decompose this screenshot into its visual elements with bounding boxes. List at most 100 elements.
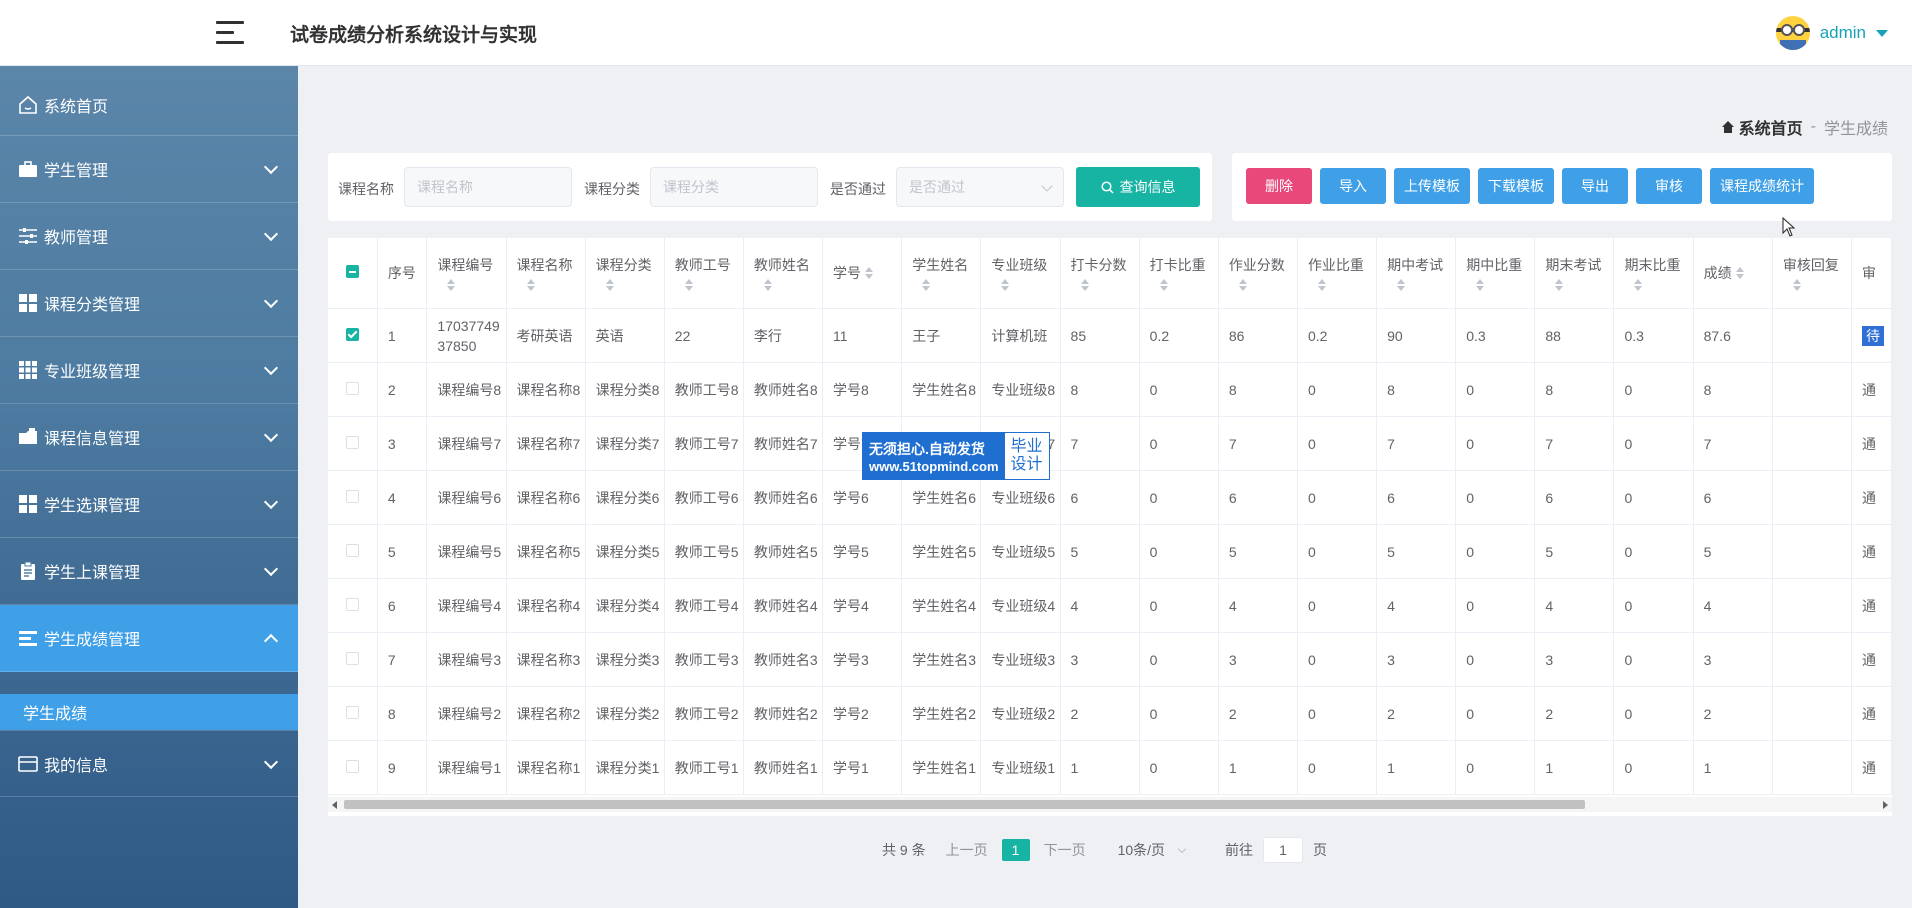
table-cell: 课程名称4	[506, 578, 586, 633]
sidebar-subitem-student-grades[interactable]: 学生成绩	[0, 694, 298, 730]
sort-icon[interactable]	[763, 279, 772, 291]
row-checkbox[interactable]	[345, 489, 359, 503]
table-row[interactable]: 7 课程编号3 课程名称3 课程分类3 教师工号3 教师姓名3 学号3 学生姓名3 专业班级3 3…	[328, 632, 1892, 687]
course-category-input[interactable]: 课程分类	[650, 167, 818, 207]
column-header[interactable]: 期中比重	[1455, 238, 1536, 309]
table-row[interactable]: 8 课程编号2 课程名称2 课程分类2 教师工号2 教师姓名2 学号2 学生姓名2 专业班级2 2…	[328, 686, 1892, 741]
table-row[interactable]: 1 1703774937850 考研英语 英语 22 李行 11 王子 计算机班 85 0.2 86 0…	[328, 308, 1892, 363]
sidebar-item-course-info[interactable]: 课程信息管理	[0, 404, 298, 471]
sort-icon[interactable]	[605, 279, 614, 291]
sort-icon[interactable]	[865, 267, 874, 279]
table-row[interactable]: 4 课程编号6 课程名称6 课程分类6 教师工号6 教师姓名6 学号6 学生姓名6 专业班级6 6…	[328, 470, 1892, 525]
table-cell: 课程编号2	[426, 686, 507, 741]
row-checkbox[interactable]	[345, 705, 359, 719]
column-header[interactable]: 课程名称	[506, 238, 586, 309]
sidebar-item-teachers[interactable]: 教师管理	[0, 203, 298, 270]
sort-icon[interactable]	[447, 279, 456, 291]
column-header-label: 教师姓名	[753, 257, 810, 273]
column-header[interactable]: 教师姓名	[743, 238, 824, 309]
select-all-checkbox[interactable]	[345, 265, 359, 278]
table-row[interactable]: 2 课程编号8 课程名称8 课程分类8 教师工号8 教师姓名8 学号8 学生姓名8 专业班级8 8…	[328, 362, 1892, 417]
sort-icon[interactable]	[1634, 279, 1643, 291]
column-header[interactable]: 打卡比重	[1139, 238, 1219, 309]
sort-icon[interactable]	[1238, 279, 1247, 291]
sort-icon[interactable]	[1317, 279, 1326, 291]
row-select-cell	[328, 632, 378, 687]
prev-page-button[interactable]: 上一页	[946, 840, 988, 860]
row-checkbox[interactable]	[345, 543, 359, 557]
sidebar-item-my-info[interactable]: 我的信息	[0, 730, 298, 797]
sort-icon[interactable]	[1792, 279, 1801, 291]
next-page-button[interactable]: 下一页	[1044, 840, 1086, 860]
column-header[interactable]: 作业分数	[1218, 238, 1298, 309]
column-header[interactable]: 专业班级	[980, 238, 1061, 309]
sort-icon[interactable]	[1555, 279, 1564, 291]
sort-icon[interactable]	[1080, 279, 1089, 291]
grade-statistics-button[interactable]: 课程成绩统计	[1710, 168, 1814, 204]
sidebar-item-home[interactable]: 系统首页	[0, 74, 298, 136]
passed-select[interactable]: 是否通过	[896, 167, 1064, 207]
table-cell: 课程名称3	[506, 632, 586, 687]
table-row[interactable]: 9 课程编号1 课程名称1 课程分类1 教师工号1 教师姓名1 学号1 学生姓名1 专业班级1 1…	[328, 740, 1892, 795]
column-header[interactable]: 期中考试	[1376, 238, 1457, 309]
course-name-input[interactable]: 课程名称	[404, 167, 572, 207]
sort-icon[interactable]	[922, 279, 931, 291]
query-button[interactable]: 查询信息	[1076, 167, 1200, 207]
column-header[interactable]: 作业比重	[1297, 238, 1378, 309]
table-cell: 0.2	[1139, 308, 1219, 363]
row-checkbox[interactable]	[345, 759, 359, 773]
chevron-down-icon	[263, 360, 279, 376]
user-menu[interactable]: admin	[1775, 16, 1888, 50]
row-checkbox[interactable]	[345, 435, 359, 449]
column-header[interactable]: 学生姓名	[901, 238, 982, 309]
table-row[interactable]: 6 课程编号4 课程名称4 课程分类4 教师工号4 教师姓名4 学号4 学生姓名4 专业班级4 4…	[328, 578, 1892, 633]
sidebar-item-attendance[interactable]: 学生上课管理	[0, 538, 298, 605]
column-header[interactable]: 教师工号	[664, 238, 744, 309]
sidebar-item-course-category[interactable]: 课程分类管理	[0, 270, 298, 337]
column-header[interactable]: 审核回复	[1772, 238, 1853, 309]
sidebar-item-grades[interactable]: 学生成绩管理	[0, 605, 298, 672]
import-button[interactable]: 导入	[1320, 168, 1386, 204]
menu-toggle-icon[interactable]	[216, 20, 244, 46]
table-cell: 课程名称2	[506, 686, 586, 741]
page-number-current[interactable]: 1	[1001, 839, 1030, 861]
table-row[interactable]: 3课程编号7课程名称7课程分类7教师工号7教师姓名7学号7学生姓名7专业班级77…	[328, 416, 1892, 471]
download-template-button[interactable]: 下载模板	[1478, 168, 1554, 204]
sort-icon[interactable]	[1159, 279, 1168, 291]
column-header[interactable]: 期末比重	[1613, 238, 1694, 309]
sort-icon[interactable]	[684, 279, 693, 291]
sidebar-item-major-class[interactable]: 专业班级管理	[0, 337, 298, 404]
column-header[interactable]: 成绩	[1693, 238, 1773, 309]
breadcrumb-home[interactable]: 系统首页	[1721, 115, 1803, 139]
page-size-select[interactable]: 10条/页	[1118, 840, 1187, 860]
sort-icon[interactable]	[1001, 279, 1010, 291]
scroll-right-icon[interactable]	[1883, 801, 1888, 809]
column-header[interactable]: 课程编号	[426, 238, 507, 309]
sort-icon[interactable]	[1735, 267, 1744, 279]
column-header[interactable]: 打卡分数	[1060, 238, 1140, 309]
sidebar-item-students[interactable]: 学生管理	[0, 136, 298, 203]
export-button[interactable]: 导出	[1562, 168, 1628, 204]
scrollbar-thumb[interactable]	[344, 800, 1585, 809]
goto-page-input[interactable]: 1	[1263, 837, 1304, 863]
sort-icon[interactable]	[1476, 279, 1485, 291]
sort-icon[interactable]	[526, 279, 535, 291]
delete-button[interactable]: 删除	[1246, 168, 1312, 204]
sort-icon[interactable]	[1397, 279, 1406, 291]
table-row[interactable]: 5 课程编号5 课程名称5 课程分类5 教师工号5 教师姓名5 学号5 学生姓名5 专业班级5 5…	[328, 524, 1892, 579]
scroll-left-icon[interactable]	[332, 801, 337, 809]
review-button[interactable]: 审核	[1636, 168, 1702, 204]
row-checkbox[interactable]	[345, 597, 359, 611]
sidebar-item-course-selection[interactable]: 学生选课管理	[0, 471, 298, 538]
column-header[interactable]: 期末考试	[1534, 238, 1615, 309]
horizontal-scrollbar[interactable]	[328, 797, 1892, 812]
column-header[interactable]: 课程分类	[585, 238, 665, 309]
row-checkbox[interactable]	[345, 381, 359, 395]
column-header[interactable]: 学号	[822, 238, 903, 309]
column-header[interactable]: 序号	[377, 238, 428, 309]
row-checkbox[interactable]	[345, 651, 359, 665]
sidebar-item-label: 课程分类管理	[44, 297, 141, 314]
upload-template-button[interactable]: 上传模板	[1394, 168, 1470, 204]
row-checkbox[interactable]	[345, 327, 359, 341]
column-header[interactable]: 审	[1851, 238, 1892, 309]
